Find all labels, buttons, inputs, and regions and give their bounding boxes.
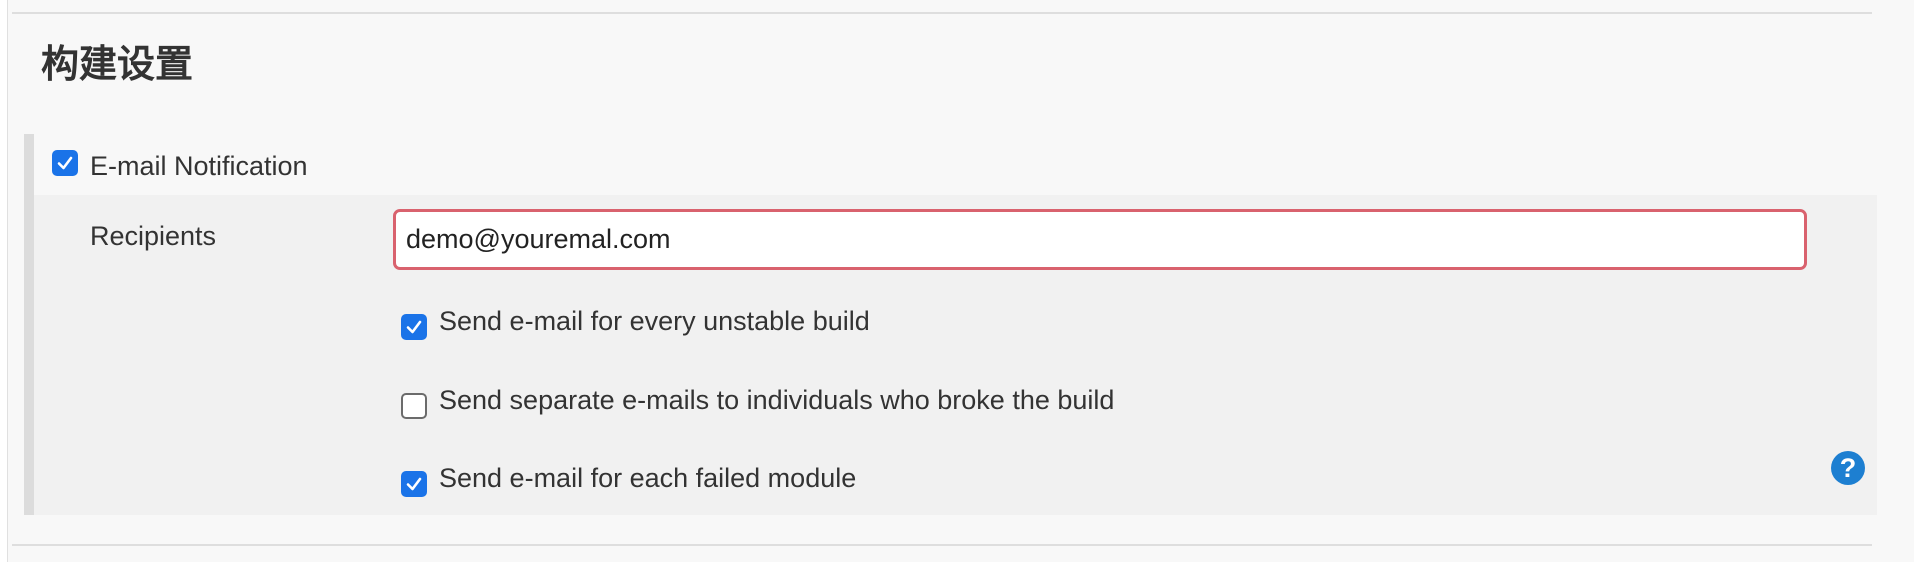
unstable-build-checkbox[interactable]: [401, 314, 427, 340]
checkmark-icon: [57, 156, 73, 170]
help-icon[interactable]: ?: [1831, 451, 1865, 485]
unstable-build-label[interactable]: Send e-mail for every unstable build: [439, 305, 870, 337]
section-divider-bottom: [12, 544, 1872, 546]
email-notification-checkbox[interactable]: [52, 150, 78, 176]
section-divider-top: [12, 12, 1872, 14]
individual-emails-checkbox[interactable]: [401, 393, 427, 419]
checkmark-icon: [406, 320, 422, 334]
email-notification-label[interactable]: E-mail Notification: [90, 150, 308, 182]
recipients-input[interactable]: [393, 209, 1807, 270]
section-title: 构建设置: [41, 42, 194, 86]
optional-block-indicator: [24, 134, 34, 515]
failed-module-checkbox[interactable]: [401, 471, 427, 497]
failed-module-label[interactable]: Send e-mail for each failed module: [439, 462, 856, 494]
checkmark-icon: [406, 477, 422, 491]
recipients-label: Recipients: [90, 221, 217, 251]
individual-emails-label[interactable]: Send separate e-mails to individuals who…: [439, 384, 1114, 416]
